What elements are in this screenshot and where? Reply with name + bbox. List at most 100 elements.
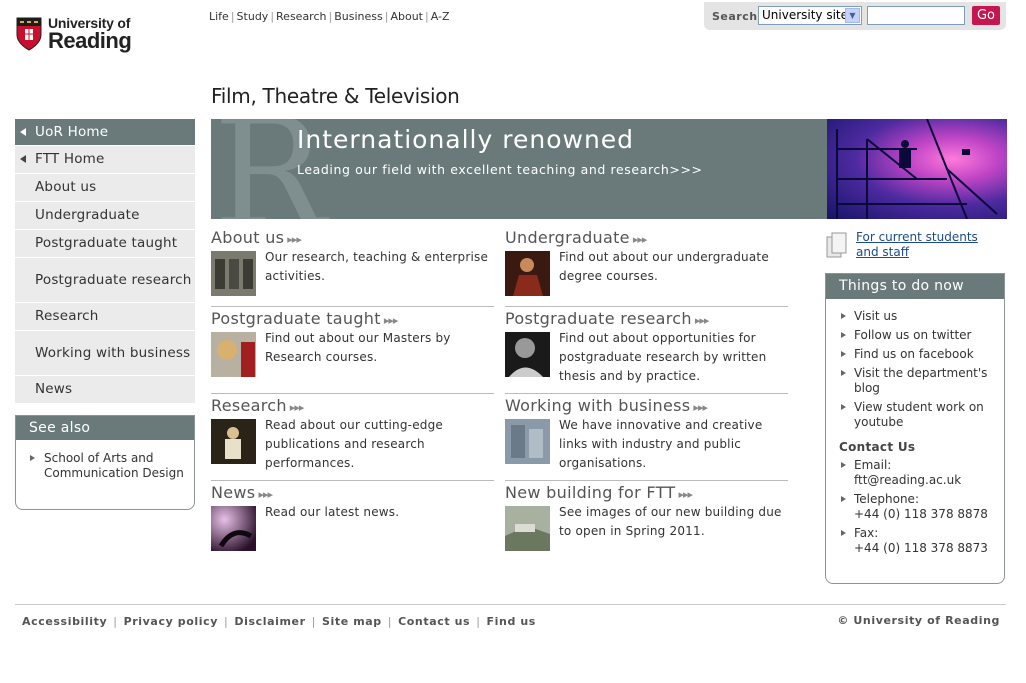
see-also-label: School of Arts and Communication Design — [44, 451, 184, 480]
banner-subheading: Leading our field with excellent teachin… — [297, 162, 703, 177]
things-to-do-box: Things to do now Visit us Follow us on t… — [825, 273, 1005, 584]
contact-telephone: Telephone: +44 (0) 118 378 8878 — [826, 492, 1004, 522]
contact-value: +44 (0) 118 378 8878 — [854, 507, 988, 521]
thumbnail-building — [211, 251, 256, 296]
toplink-life[interactable]: Life — [209, 10, 229, 23]
block-title-link[interactable]: News ▸▸▸ — [211, 483, 273, 502]
bullet-arrow-icon — [841, 462, 846, 468]
university-logo[interactable]: University of Reading — [16, 14, 136, 54]
block-title-link[interactable]: New building for FTT ▸▸▸ — [505, 483, 693, 502]
nav-research[interactable]: Research — [15, 303, 195, 331]
todo-twitter[interactable]: Follow us on twitter — [826, 328, 1004, 343]
nav-undergraduate[interactable]: Undergraduate — [15, 202, 195, 230]
block-title: Working with business — [505, 396, 691, 415]
copyright-text: © University of Reading — [837, 614, 1000, 627]
triple-arrow-icon: ▸▸▸ — [289, 401, 305, 414]
bullet-arrow-icon — [30, 455, 35, 461]
todo-blog[interactable]: Visit the department's blog — [826, 366, 1004, 396]
triple-arrow-icon: ▸▸▸ — [258, 488, 273, 501]
left-navigation: UoR Home FTT Home About us Undergraduate… — [15, 119, 195, 404]
block-title-link[interactable]: Postgraduate taught ▸▸▸ — [211, 309, 398, 328]
bullet-arrow-icon — [841, 370, 846, 376]
contact-email: Email: ftt@reading.ac.uk — [826, 458, 1004, 488]
nav-ftt-home[interactable]: FTT Home — [15, 146, 195, 174]
thumbnail-news — [211, 506, 256, 551]
footer-disclaimer[interactable]: Disclaimer — [234, 615, 305, 628]
current-students-link[interactable]: For current students and staff — [856, 230, 986, 260]
see-also-link[interactable]: School of Arts and Communication Design — [16, 440, 194, 481]
block-title: New building for FTT — [505, 483, 676, 502]
triple-arrow-icon: ▸▸▸ — [632, 233, 648, 246]
block-description: Our research, teaching & enterprise acti… — [265, 250, 489, 283]
thumbnail-portrait — [505, 332, 550, 377]
triple-arrow-icon: ▸▸▸ — [678, 488, 693, 501]
block-postgraduate-taught: Postgraduate taught ▸▸▸ Find out about ou… — [211, 309, 494, 394]
todo-visit-us[interactable]: Visit us — [826, 309, 1004, 324]
block-description: Read about our cutting-edge publications… — [265, 418, 443, 470]
see-also-box: See also School of Arts and Communicatio… — [15, 415, 195, 510]
thumbnail-business — [505, 419, 550, 464]
nav-news[interactable]: News — [15, 376, 195, 404]
nav-working-with-business[interactable]: Working with business — [15, 331, 195, 376]
divider — [505, 306, 788, 307]
triple-arrow-icon: ▸▸▸ — [694, 314, 710, 327]
contact-value: +44 (0) 118 378 8873 — [854, 541, 988, 555]
divider — [505, 480, 788, 481]
back-arrow-icon — [20, 155, 26, 163]
footer-site-map[interactable]: Site map — [322, 615, 382, 628]
block-title-link[interactable]: Undergraduate ▸▸▸ — [505, 228, 648, 247]
search-bar: Search University site ▼ Go — [704, 2, 1006, 30]
hero-banner[interactable]: R Internationally renowned Leading our f… — [211, 119, 1007, 219]
todo-facebook[interactable]: Find us on facebook — [826, 347, 1004, 362]
footer-find-us[interactable]: Find us — [487, 615, 536, 628]
block-title-link[interactable]: Working with business ▸▸▸ — [505, 396, 708, 415]
block-research: Research ▸▸▸ Read about our cutting-edge … — [211, 396, 494, 481]
see-also-title: See also — [16, 416, 194, 440]
toplink-business[interactable]: Business — [334, 10, 383, 23]
search-go-button[interactable]: Go — [972, 6, 1000, 25]
block-description: Read our latest news. — [265, 505, 400, 519]
todo-label: Follow us on twitter — [854, 328, 972, 342]
footer-privacy[interactable]: Privacy policy — [124, 615, 218, 628]
footer-contact-us[interactable]: Contact us — [398, 615, 470, 628]
bullet-arrow-icon — [841, 332, 846, 338]
block-title: Research — [211, 396, 287, 415]
nav-postgraduate-research[interactable]: Postgraduate research — [15, 258, 195, 303]
nav-postgraduate-taught[interactable]: Postgraduate taught — [15, 230, 195, 258]
block-title: About us — [211, 228, 285, 247]
contact-email-link[interactable]: ftt@reading.ac.uk — [854, 473, 961, 487]
nav-label: UoR Home — [35, 123, 109, 140]
footer-accessibility[interactable]: Accessibility — [22, 615, 107, 628]
block-title-link[interactable]: About us ▸▸▸ — [211, 228, 302, 247]
search-input[interactable] — [867, 6, 965, 25]
documents-icon — [826, 232, 847, 258]
toplink-study[interactable]: Study — [237, 10, 269, 23]
bullet-arrow-icon — [841, 313, 846, 319]
bullet-arrow-icon — [841, 351, 846, 357]
divider — [505, 393, 788, 394]
todo-youtube[interactable]: View student work on youtube — [826, 400, 1004, 430]
nav-uor-home[interactable]: UoR Home — [15, 119, 195, 146]
toplink-about[interactable]: About — [390, 10, 423, 23]
block-news: News ▸▸▸ Read our latest news. — [211, 483, 494, 558]
block-title-link[interactable]: Postgraduate research ▸▸▸ — [505, 309, 710, 328]
thumbnail-performance — [211, 419, 256, 464]
thumbnail-building-render — [505, 506, 550, 551]
logo-line2: Reading — [48, 28, 132, 53]
toplink-research[interactable]: Research — [276, 10, 326, 23]
search-scope-select[interactable]: University site ▼ — [758, 6, 862, 25]
toplink-a-z[interactable]: A-Z — [431, 10, 450, 23]
search-label: Search — [712, 10, 758, 23]
search-scope-value: University site — [762, 8, 849, 22]
crest-icon — [16, 17, 42, 51]
banner-photo — [827, 119, 1007, 219]
contact-label: Telephone: — [854, 492, 919, 506]
chevron-down-icon: ▼ — [845, 8, 860, 23]
block-description: Find out about opportunities for postgra… — [559, 331, 767, 383]
divider — [211, 480, 494, 481]
todo-label: Visit the department's blog — [854, 366, 988, 395]
footer-divider — [15, 604, 1006, 605]
nav-about-us[interactable]: About us — [15, 174, 195, 202]
block-title-link[interactable]: Research ▸▸▸ — [211, 396, 305, 415]
bullet-arrow-icon — [841, 530, 846, 536]
